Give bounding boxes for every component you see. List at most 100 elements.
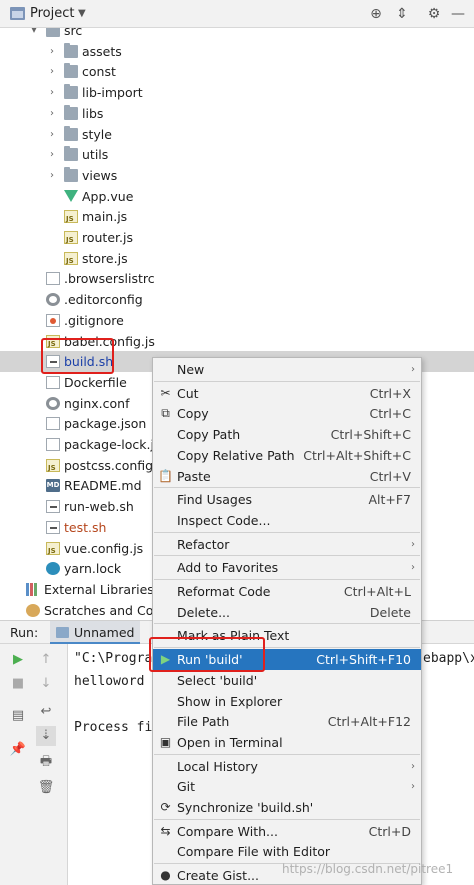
menu-item-compare-with[interactable]: ⇆ Compare With... Ctrl+D (153, 821, 421, 842)
menu-item-label: Delete... (177, 604, 230, 620)
menu-item-label: Select 'build' (177, 672, 258, 688)
chevron-right-icon[interactable]: › (46, 61, 58, 82)
menu-item-refactor[interactable]: Refactor › (153, 534, 421, 555)
tree-file[interactable]: JS router.js (0, 227, 474, 248)
menu-item-add-to-favorites[interactable]: Add to Favorites › (153, 557, 421, 578)
menu-item-reformat-code[interactable]: Reformat Code Ctrl+Alt+L (153, 581, 421, 602)
menu-item-delete[interactable]: Delete... Delete (153, 602, 421, 623)
menu-item-git[interactable]: Git › (153, 776, 421, 797)
scroll-to-end-icon[interactable]: ⇣ (36, 726, 56, 746)
console-line: "C:\Progra (74, 651, 153, 666)
folder-icon (46, 28, 60, 37)
menu-separator (154, 579, 420, 580)
tree-item-label: Dockerfile (64, 374, 127, 390)
menu-separator (154, 380, 420, 382)
arrow-down-icon[interactable]: ↓ (36, 674, 56, 694)
chevron-right-icon[interactable]: › (46, 103, 58, 124)
tree-item-label: libs (82, 105, 104, 121)
run-tab[interactable]: Unnamed (50, 621, 141, 644)
menu-item-copy[interactable]: ⧉ Copy Ctrl+C (153, 403, 421, 424)
gear-icon[interactable]: ⚙ (424, 4, 444, 24)
chevron-right-icon[interactable]: › (46, 41, 58, 62)
menu-item-shortcut: Ctrl+D (368, 823, 411, 839)
chevron-right-icon[interactable]: › (46, 124, 58, 145)
chevron-down-icon[interactable]: ▾ (28, 28, 40, 41)
menu-item-open-in-terminal[interactable]: ▣ Open in Terminal (153, 732, 421, 753)
tree-file[interactable]: .editorconfig (0, 289, 474, 310)
menu-item-compare-file-with-editor[interactable]: Compare File with Editor (153, 841, 421, 862)
tree-item-label: External Libraries (44, 581, 154, 597)
yarn-icon (46, 562, 60, 576)
chevron-right-icon[interactable]: › (46, 82, 58, 103)
menu-item-shortcut: Delete (369, 604, 411, 620)
print-icon[interactable]: 🖶 (36, 752, 56, 772)
tree-file[interactable]: JS store.js (0, 248, 474, 269)
trash-icon[interactable]: 🗑 (36, 778, 56, 798)
menu-item-local-history[interactable]: Local History › (153, 756, 421, 777)
open-in-terminal-icon: ▣ (159, 734, 172, 749)
project-panel-title[interactable]: Project (30, 6, 74, 21)
menu-item-new[interactable]: New › (153, 359, 421, 380)
stop-icon[interactable]: ■ (8, 674, 28, 694)
menu-item-paste[interactable]: 📋 Paste Ctrl+V (153, 466, 421, 487)
menu-item-label: Refactor (177, 536, 230, 552)
annotation-box (41, 338, 114, 374)
chevron-right-icon: › (411, 781, 415, 793)
tree-file[interactable]: .gitignore (0, 310, 474, 331)
menu-item-label: Cut (177, 385, 199, 401)
collapse-all-icon[interactable]: ⇕ (392, 4, 412, 24)
pin-icon[interactable]: 📌 (8, 740, 28, 760)
tree-item-label: style (82, 126, 112, 142)
tree-file[interactable]: .browserslistrc (0, 268, 474, 289)
tree-folder[interactable]: › utils (0, 144, 474, 165)
file-icon (46, 272, 60, 286)
chevron-right-icon[interactable]: › (46, 144, 58, 165)
menu-item-shortcut: Ctrl+Alt+Shift+C (303, 447, 411, 463)
menu-item-file-path[interactable]: File Path Ctrl+Alt+F12 (153, 711, 421, 732)
tree-file[interactable]: App.vue (0, 186, 474, 207)
menu-item-label: File Path (177, 714, 230, 730)
chevron-down-icon[interactable]: ▼ (78, 8, 86, 19)
arrow-up-icon[interactable]: ↑ (36, 650, 56, 670)
folder-icon (64, 104, 78, 120)
tree-item-label: run-web.sh (64, 499, 134, 515)
menu-item-select-build[interactable]: Select 'build' (153, 670, 421, 691)
vue-icon (64, 189, 78, 203)
tree-folder[interactable]: › lib-import (0, 82, 474, 103)
menu-item-find-usages[interactable]: Find Usages Alt+F7 (153, 489, 421, 510)
hide-icon[interactable]: — (448, 4, 468, 24)
menu-item-label: Inspect Code... (177, 512, 271, 528)
menu-item-label: Reformat Code (177, 584, 271, 599)
chevron-right-icon: › (411, 538, 415, 550)
tree-item-label: package.json (64, 416, 147, 432)
menu-item-copy-relative-path[interactable]: Copy Relative Path Ctrl+Alt+Shift+C (153, 445, 421, 466)
menu-item-label: Show in Explorer (177, 693, 283, 709)
tree-item-label: .gitignore (64, 312, 124, 328)
menu-item-show-in-explorer[interactable]: Show in Explorer (153, 691, 421, 712)
compare-with-icon: ⇆ (160, 823, 171, 838)
tree-item-label: src (64, 28, 83, 38)
tree-folder[interactable]: › libs (0, 103, 474, 124)
locate-icon[interactable]: ⊕ (366, 4, 386, 24)
menu-item-cut[interactable]: ✂ Cut Ctrl+X (153, 383, 421, 404)
menu-item-label: New (177, 362, 205, 377)
console-icon (56, 627, 69, 638)
sh-icon (46, 520, 60, 534)
tree-folder[interactable]: › const (0, 61, 474, 82)
tree-folder[interactable]: ▾ src (0, 28, 474, 41)
menu-item-copy-path[interactable]: Copy Path Ctrl+Shift+C (153, 424, 421, 445)
soft-wrap-icon[interactable]: ↩ (36, 702, 56, 722)
chevron-right-icon[interactable]: › (46, 165, 58, 186)
menu-item-synchronize-build-sh[interactable]: ⟳ Synchronize 'build.sh' (153, 797, 421, 818)
tree-folder[interactable]: › style (0, 124, 474, 145)
layout-icon[interactable]: ▤ (8, 706, 28, 726)
tree-folder[interactable]: › views (0, 165, 474, 186)
rerun-icon[interactable]: ▶ (8, 650, 28, 670)
tree-item-label: main.js (82, 209, 128, 225)
menu-item-shortcut: Ctrl+Shift+F10 (316, 652, 411, 668)
menu-item-inspect-code[interactable]: Inspect Code... (153, 510, 421, 531)
create-gist-icon: ● (160, 868, 171, 883)
watermark: https://blog.csdn.net/pitree1 (282, 862, 454, 876)
tree-file[interactable]: JS main.js (0, 206, 474, 227)
tree-folder[interactable]: › assets (0, 41, 474, 62)
